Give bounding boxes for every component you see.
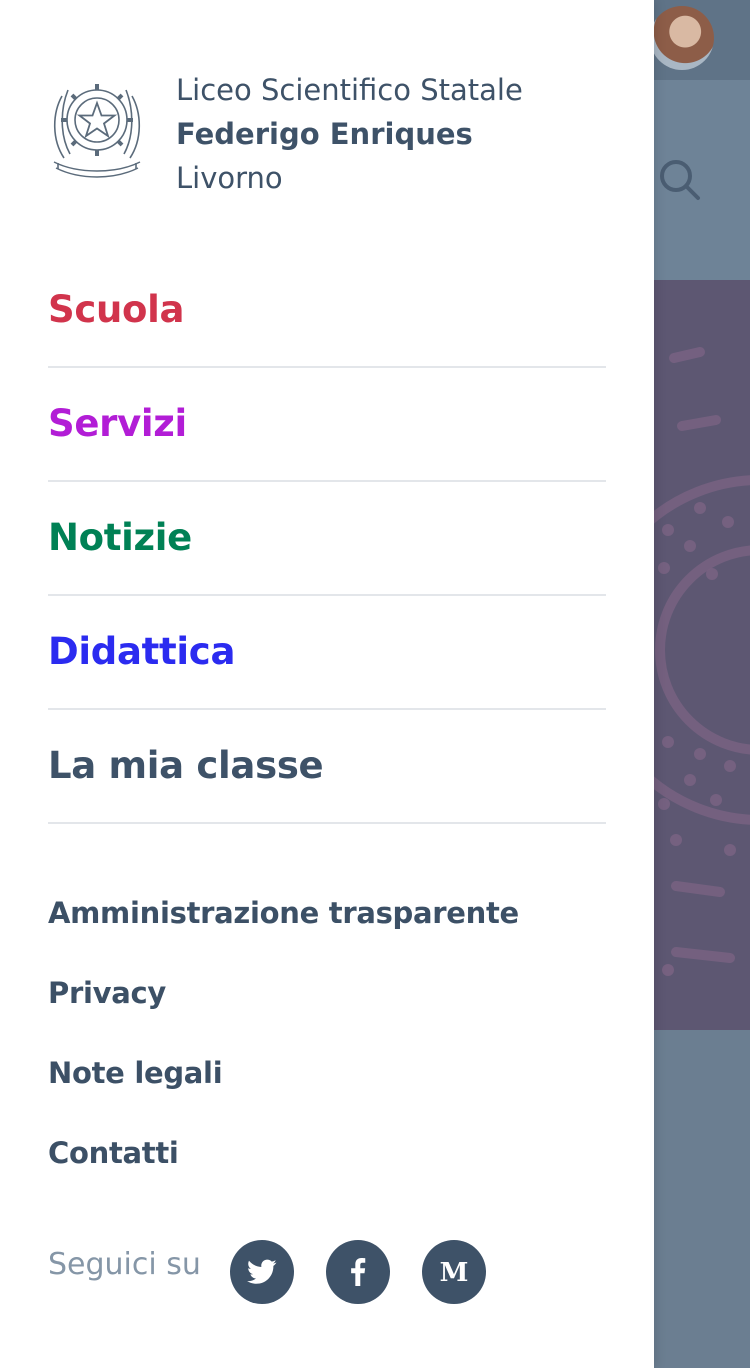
link-contatti[interactable]: Contatti xyxy=(48,1132,606,1212)
twitter-icon xyxy=(247,1259,277,1284)
main-menu: Scuola Servizi Notizie Didattica La mia … xyxy=(48,254,606,824)
secondary-menu: Amministrazione trasparente Privacy Note… xyxy=(48,892,606,1212)
svg-text:M: M xyxy=(440,1259,469,1285)
facebook-icon xyxy=(351,1258,366,1286)
nav-item-notizie[interactable]: Notizie xyxy=(48,482,606,596)
repubblica-italiana-emblem-icon xyxy=(53,84,141,178)
nav-item-didattica[interactable]: Didattica xyxy=(48,596,606,710)
link-label: Privacy xyxy=(48,976,166,1010)
link-note-legali[interactable]: Note legali xyxy=(48,1052,606,1132)
social-label: Seguici su xyxy=(48,1247,201,1282)
link-label: Contatti xyxy=(48,1136,179,1170)
navigation-drawer: Liceo Scientifico Statale Federigo Enriq… xyxy=(0,0,654,1368)
nav-item-label: La mia classe xyxy=(48,744,324,787)
nav-item-label: Didattica xyxy=(48,630,236,673)
nav-item-scuola[interactable]: Scuola xyxy=(48,254,606,368)
school-brand[interactable]: Liceo Scientifico Statale Federigo Enriq… xyxy=(48,70,608,200)
search-icon[interactable] xyxy=(656,156,704,204)
avatar[interactable] xyxy=(650,6,714,70)
nav-item-servizi[interactable]: Servizi xyxy=(48,368,606,482)
twitter-button[interactable] xyxy=(230,1240,294,1304)
school-name: Liceo Scientifico Statale Federigo Enriq… xyxy=(176,68,523,200)
social-links: Seguici su M xyxy=(48,1240,606,1304)
school-city: Livorno xyxy=(176,161,283,195)
nav-item-la-mia-classe[interactable]: La mia classe xyxy=(48,710,606,824)
school-type: Liceo Scientifico Statale xyxy=(176,73,523,107)
link-privacy[interactable]: Privacy xyxy=(48,972,606,1052)
link-label: Amministrazione trasparente xyxy=(48,896,519,930)
nav-item-label: Notizie xyxy=(48,516,192,559)
facebook-button[interactable] xyxy=(326,1240,390,1304)
link-amministrazione-trasparente[interactable]: Amministrazione trasparente xyxy=(48,892,606,972)
nav-item-label: Scuola xyxy=(48,288,185,331)
medium-button[interactable]: M xyxy=(422,1240,486,1304)
link-label: Note legali xyxy=(48,1056,223,1090)
nav-item-label: Servizi xyxy=(48,402,187,445)
school-title: Federigo Enriques xyxy=(176,117,473,151)
medium-icon: M xyxy=(440,1259,469,1285)
